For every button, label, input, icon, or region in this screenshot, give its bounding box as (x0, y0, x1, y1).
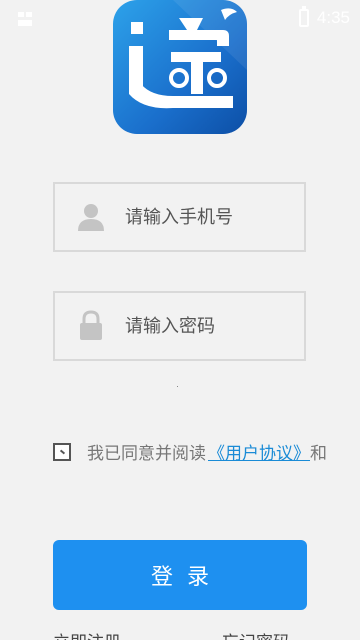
status-time: 4:35 (316, 8, 350, 27)
divider-dot (177, 386, 178, 387)
app-logo-icon (113, 0, 247, 134)
agreement-row: 我已同意并阅读 《用户协议》 和 (53, 439, 327, 464)
user-agreement-link[interactable]: 《用户协议》 (208, 439, 310, 464)
lock-icon (80, 310, 102, 340)
password-input[interactable] (123, 314, 297, 338)
login-button[interactable]: 登录 (53, 540, 307, 610)
status-right: 4:35 (298, 6, 350, 28)
user-icon (78, 204, 104, 231)
agreement-checkbox[interactable] (53, 442, 71, 461)
agreement-text: 我已同意并阅读 (87, 444, 206, 464)
battery-icon (298, 6, 309, 27)
password-field[interactable] (53, 291, 306, 361)
agreement-tail: 和 (310, 444, 327, 464)
forgot-password-link[interactable]: 忘记密码 (222, 628, 290, 640)
phone-input[interactable] (123, 205, 297, 229)
notification-icon (18, 12, 32, 26)
phone-field[interactable] (53, 182, 306, 252)
register-link[interactable]: 立即注册 (53, 628, 121, 640)
login-screen: 4:35 请输入手机号 我已同意并阅读 《用户协议》 和 登录 (0, 0, 360, 640)
